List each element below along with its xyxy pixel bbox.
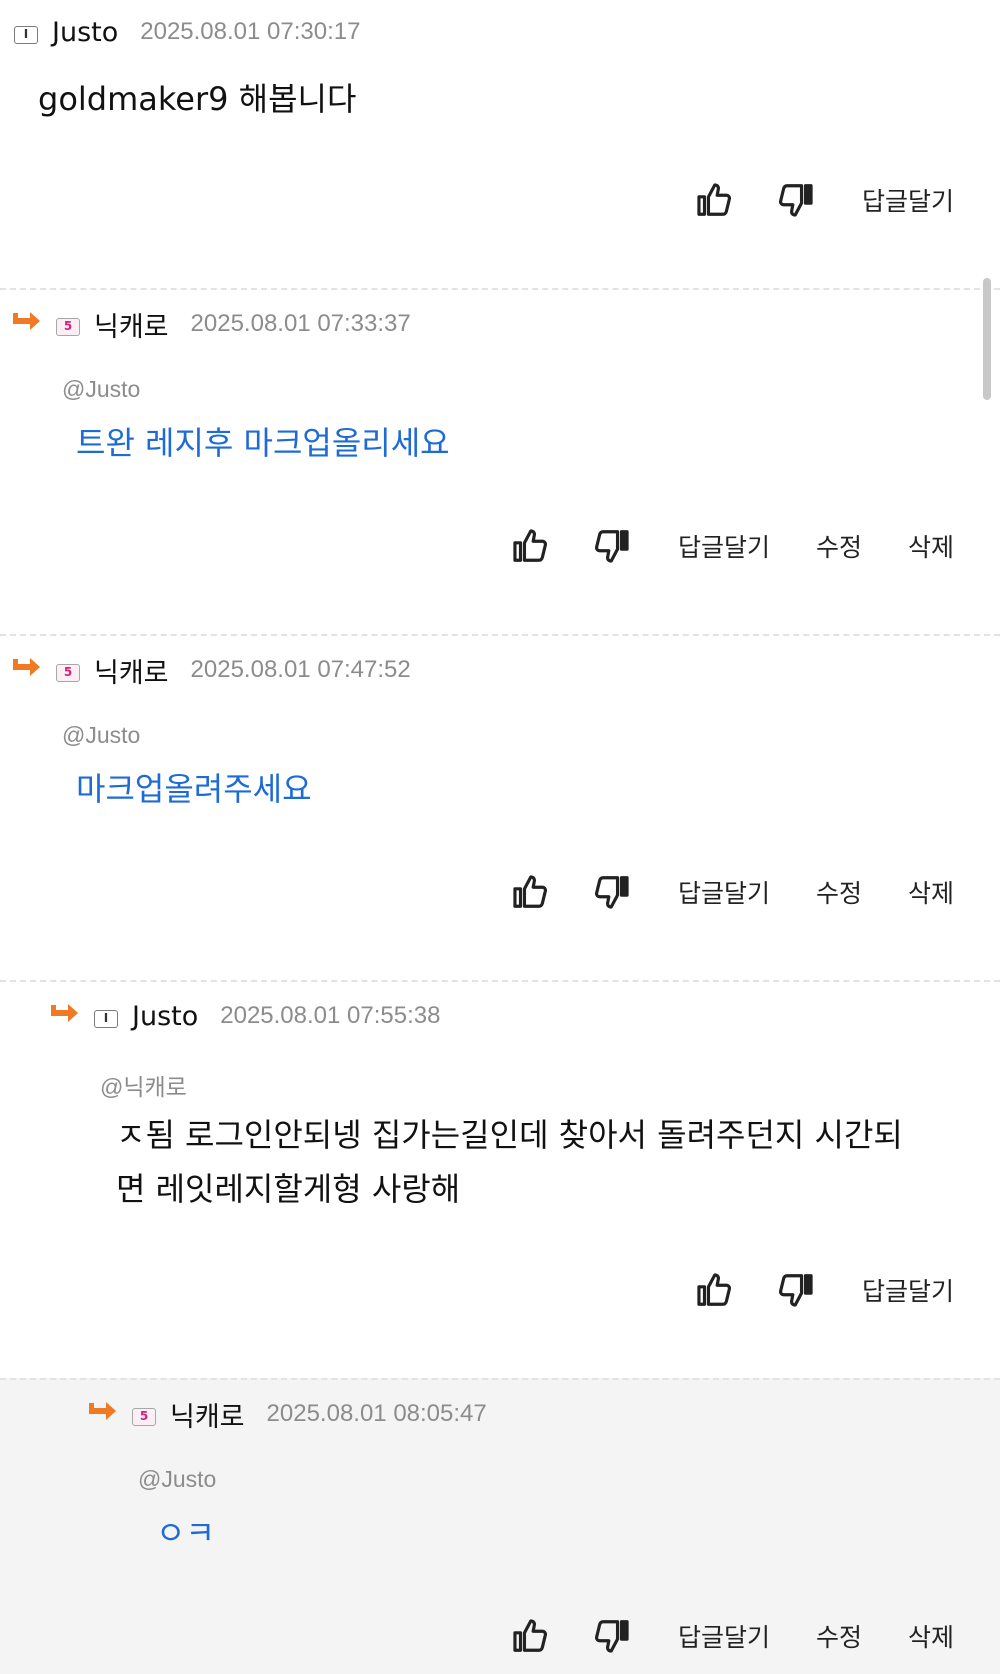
mention-tag[interactable]: @Justo	[138, 1466, 216, 1493]
thumbs-down-icon[interactable]	[592, 872, 632, 912]
author-nickname[interactable]: 닉캐로	[170, 1395, 245, 1434]
reply-arrow-icon	[89, 1402, 116, 1420]
author-nickname[interactable]: 닉캐로	[94, 651, 169, 690]
level-badge: 5	[132, 1408, 156, 1426]
level-badge: I	[94, 1010, 118, 1028]
edit-button[interactable]: 수정	[816, 874, 862, 910]
level-badge: 5	[56, 318, 80, 336]
comment-header: 5 닉캐로 2025.08.01 07:47:52	[10, 650, 411, 690]
thumbs-down-icon[interactable]	[776, 180, 816, 220]
comment-timestamp: 2025.08.01 08:05:47	[266, 1400, 487, 1427]
comment-timestamp: 2025.08.01 07:33:37	[190, 310, 411, 337]
reply-button[interactable]: 답글달기	[678, 874, 770, 910]
author-nickname[interactable]: Justo	[132, 1001, 198, 1032]
comment-item: I Justo 2025.08.01 07:30:17 goldmaker9 해…	[0, 0, 1000, 288]
thumbs-down-icon[interactable]	[776, 1270, 816, 1310]
edit-button[interactable]: 수정	[816, 528, 862, 564]
mention-tag[interactable]: @Justo	[62, 376, 140, 403]
comment-actions: 답글달기 수정 삭제	[510, 522, 954, 570]
thumbs-up-icon[interactable]	[694, 180, 734, 220]
comment-actions: 답글달기 수정 삭제	[510, 868, 954, 916]
delete-button[interactable]: 삭제	[908, 874, 954, 910]
author-nickname[interactable]: 닉캐로	[94, 305, 169, 344]
reply-button[interactable]: 답글달기	[862, 1272, 954, 1308]
comment-item: I Justo 2025.08.01 07:55:38 @닉캐로 ㅈ됨 로그인안…	[0, 980, 1000, 1378]
level-badge: I	[14, 26, 38, 44]
comment-divider	[0, 980, 1000, 982]
comment-text-line: ㅈ됨 로그인안되넹 집가는길인데 찾아서 돌려주던지 시간되	[116, 1116, 903, 1154]
comment-header: I Justo 2025.08.01 07:30:17	[14, 12, 360, 52]
edit-button[interactable]: 수정	[816, 1618, 862, 1654]
thumbs-up-icon[interactable]	[510, 526, 550, 566]
reply-button[interactable]: 답글달기	[678, 1618, 770, 1654]
comment-text: goldmaker9 해봅니다	[38, 80, 357, 118]
thumbs-down-icon[interactable]	[592, 526, 632, 566]
author-nickname[interactable]: Justo	[52, 17, 118, 48]
comment-text: ㅈ됨 로그인안되넹 집가는길인데 찾아서 돌려주던지 시간되 면 레잇레지할게형…	[116, 1108, 903, 1216]
comment-actions: 답글달기	[694, 1266, 954, 1314]
comment-timestamp: 2025.08.01 07:55:38	[220, 1002, 441, 1029]
reply-arrow-icon	[13, 312, 40, 330]
comment-text: 마크업올려주세요	[76, 770, 312, 808]
comment-actions: 답글달기	[694, 176, 954, 224]
reply-button[interactable]: 답글달기	[862, 182, 954, 218]
comment-divider	[0, 1378, 1000, 1380]
comment-text-line: 면 레잇레지할게형 사랑해	[116, 1170, 461, 1208]
thumbs-down-icon[interactable]	[592, 1616, 632, 1656]
comment-divider	[0, 288, 1000, 290]
thumbs-up-icon[interactable]	[694, 1270, 734, 1310]
comment-item: 5 닉캐로 2025.08.01 07:33:37 @Justo 트완 레지후 …	[0, 288, 1000, 634]
delete-button[interactable]: 삭제	[908, 528, 954, 564]
reply-button[interactable]: 답글달기	[678, 528, 770, 564]
mention-tag[interactable]: @Justo	[62, 722, 140, 749]
reply-arrow-icon	[13, 658, 40, 676]
comment-timestamp: 2025.08.01 07:30:17	[140, 18, 361, 45]
mention-tag[interactable]: @닉캐로	[100, 1068, 187, 1102]
level-badge: 5	[56, 664, 80, 682]
scrollbar[interactable]	[983, 278, 991, 400]
reply-arrow-icon	[51, 1004, 78, 1022]
comment-timestamp: 2025.08.01 07:47:52	[190, 656, 411, 683]
thumbs-up-icon[interactable]	[510, 1616, 550, 1656]
comment-text: ㅇㅋ	[156, 1514, 215, 1552]
thumbs-up-icon[interactable]	[510, 872, 550, 912]
comment-item-highlighted: 5 닉캐로 2025.08.01 08:05:47 @Justo ㅇㅋ 답글달기…	[0, 1378, 1000, 1674]
comment-item: 5 닉캐로 2025.08.01 07:47:52 @Justo 마크업올려주세…	[0, 634, 1000, 980]
comment-header: 5 닉캐로 2025.08.01 08:05:47	[86, 1394, 487, 1434]
comment-header: I Justo 2025.08.01 07:55:38	[48, 996, 440, 1036]
delete-button[interactable]: 삭제	[908, 1618, 954, 1654]
comment-text: 트완 레지후 마크업올리세요	[76, 424, 450, 462]
comment-divider	[0, 634, 1000, 636]
comment-header: 5 닉캐로 2025.08.01 07:33:37	[10, 304, 411, 344]
comment-actions: 답글달기 수정 삭제	[510, 1612, 954, 1660]
